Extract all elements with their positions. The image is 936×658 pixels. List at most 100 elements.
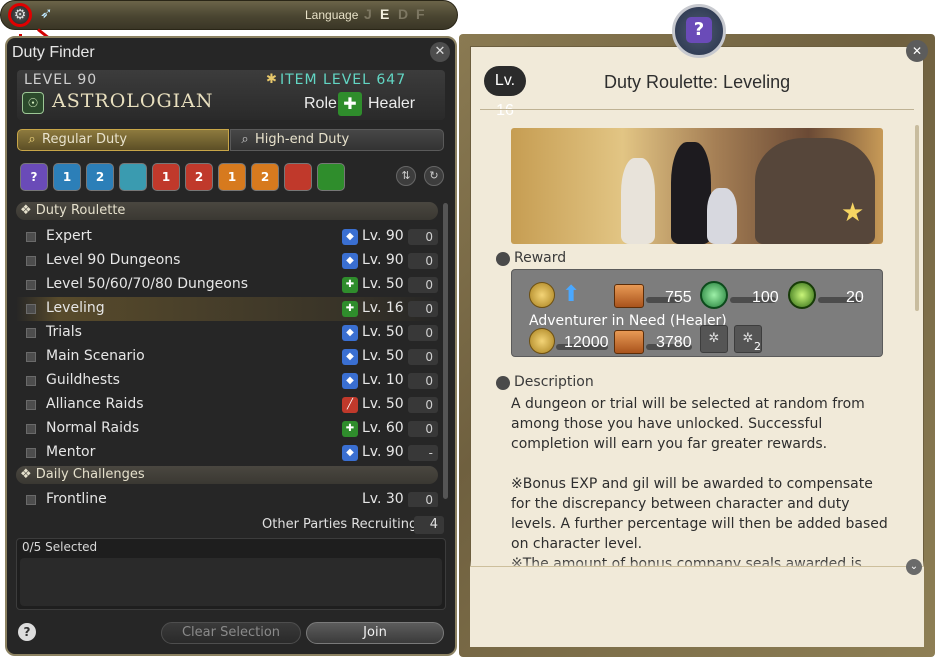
dungeon-category-icon[interactable]: 2 [86, 163, 114, 191]
close-icon[interactable]: ✕ [906, 40, 928, 62]
language-option-j[interactable]: J [364, 6, 372, 22]
list-item[interactable]: Frontline Lv. 30 0 [16, 488, 438, 507]
tab-regular-duty[interactable]: ⌕ Regular Duty [17, 129, 229, 151]
chevron-down-icon[interactable]: ⌄ [906, 559, 922, 575]
exp-up-icon: ⬆ [562, 282, 581, 307]
checkbox[interactable] [26, 400, 36, 410]
reward-icon [496, 252, 510, 266]
list-clip: Frontline Lv. 30 0 [16, 487, 438, 507]
roulette-icon: ? [686, 17, 712, 43]
list-item[interactable]: Level 90 Dungeons ◆ Lv. 90 0 [16, 249, 438, 273]
reward-value: 100 [752, 289, 779, 306]
job-name: ASTROLOGIAN [52, 90, 214, 112]
duty-banner-image: ★ [511, 128, 883, 244]
checkbox[interactable] [26, 448, 36, 458]
language-option-d[interactable]: D [398, 6, 408, 22]
tank-role-icon: ◆ [342, 373, 358, 389]
language-label: Language [305, 8, 359, 22]
item-level: ITEM LEVEL 647 [280, 72, 407, 88]
list-item[interactable]: Expert ◆ Lv. 90 0 [16, 225, 438, 249]
seal-icon [700, 281, 728, 309]
search-icon: ⌕ [241, 132, 249, 147]
checkbox[interactable] [26, 256, 36, 266]
help-icon[interactable]: ? [18, 623, 36, 641]
description-paragraph: A dungeon or trial will be selected at r… [511, 396, 865, 452]
list-item[interactable]: Normal Raids ✚ Lv. 60 0 [16, 417, 438, 441]
tomestone-icon [614, 284, 644, 308]
checkbox[interactable] [26, 352, 36, 362]
bonus-item-count: 2 [754, 340, 761, 353]
close-icon[interactable]: ✕ [430, 42, 450, 62]
checkbox[interactable] [26, 232, 36, 242]
language-option-e[interactable]: E [380, 6, 389, 22]
guildhest-category-icon[interactable] [119, 163, 147, 191]
sort-icon[interactable]: ⇅ [396, 166, 416, 186]
tab-label: High-end Duty [255, 132, 350, 147]
gold-saucer-category-icon[interactable] [317, 163, 345, 191]
role-name: Healer [368, 95, 416, 112]
bonus-item-icon: ✲ [700, 325, 728, 353]
roulette-category-icon[interactable]: ? [20, 163, 48, 191]
list-item[interactable]: Guildhests ◆ Lv. 10 0 [16, 369, 438, 393]
checkbox[interactable] [26, 304, 36, 314]
list-item[interactable]: Alliance Raids ╱ Lv. 50 0 [16, 393, 438, 417]
list-item-selected[interactable]: Leveling ✚ Lv. 16 0 [16, 297, 438, 321]
tank-role-icon: ◆ [342, 229, 358, 245]
tab-high-end-duty[interactable]: ⌕ High-end Duty [230, 129, 444, 151]
detail-scrollbar[interactable] [915, 125, 919, 311]
list-item[interactable]: Level 50/60/70/80 Dungeons ✚ Lv. 50 0 [16, 273, 438, 297]
reward-value: 755 [665, 289, 692, 306]
dps-role-icon: ╱ [342, 397, 358, 413]
dungeon-category-icon[interactable]: 1 [53, 163, 81, 191]
clear-selection-button[interactable]: Clear Selection [161, 622, 301, 644]
healer-role-icon: ✚ [342, 421, 358, 437]
duty-title: Duty Roulette: Leveling [604, 72, 791, 92]
reward-value: 3780 [656, 334, 692, 351]
tank-role-icon: ◆ [342, 253, 358, 269]
job-icon: ☉ [22, 92, 44, 114]
checkbox[interactable] [26, 376, 36, 386]
tab-label: Regular Duty [42, 132, 128, 147]
list-item[interactable]: Main Scenario ◆ Lv. 50 0 [16, 345, 438, 369]
tomestone-icon [614, 330, 644, 354]
healer-role-icon: ✚ [342, 301, 358, 317]
tank-role-icon: ◆ [342, 349, 358, 365]
level-badge: Lv. 16 [484, 66, 526, 119]
divider [480, 109, 914, 110]
gil-icon [529, 328, 555, 354]
refresh-icon[interactable]: ↻ [424, 166, 444, 186]
trial-category-icon[interactable]: 2 [185, 163, 213, 191]
raid-category-icon[interactable]: 1 [218, 163, 246, 191]
language-option-f[interactable]: F [416, 6, 425, 22]
healer-icon: ✚ [338, 92, 362, 116]
section-header-duty-roulette[interactable]: ❖ Duty Roulette [16, 202, 438, 220]
join-button[interactable]: Join [306, 622, 444, 644]
list-item[interactable]: Trials ◆ Lv. 50 0 [16, 321, 438, 345]
checkbox[interactable] [26, 328, 36, 338]
cursor-icon[interactable]: ➶ [40, 4, 62, 24]
selection-list [20, 558, 442, 606]
trial-category-icon[interactable]: 1 [152, 163, 180, 191]
reward-value: 20 [846, 289, 864, 306]
list-scrollbar[interactable] [443, 203, 448, 499]
gil-icon [529, 282, 555, 308]
recruiting-label: Other Parties Recruiting [262, 517, 418, 532]
section-header-daily-challenges[interactable]: ❖ Daily Challenges [16, 466, 438, 484]
seal-icon [788, 281, 816, 309]
healer-role-icon: ✚ [342, 277, 358, 293]
description-label: Description [514, 374, 594, 390]
book-icon [496, 376, 510, 390]
checkbox[interactable] [26, 280, 36, 290]
tank-role-icon: ◆ [342, 445, 358, 461]
window-title: Duty Finder [12, 44, 95, 61]
checkbox[interactable] [26, 495, 36, 505]
selected-count: 0/5 Selected [22, 540, 98, 554]
gear-icon[interactable]: ⚙ [8, 3, 32, 27]
pvp-category-icon[interactable] [284, 163, 312, 191]
list-item[interactable]: Mentor ◆ Lv. 90 - [16, 441, 438, 465]
detail-footer [470, 566, 924, 647]
description-paragraph: ※Bonus EXP and gil will be awarded to co… [511, 476, 888, 552]
raid-category-icon[interactable]: 2 [251, 163, 279, 191]
checkbox[interactable] [26, 424, 36, 434]
recruiting-count: 4 [414, 516, 444, 534]
